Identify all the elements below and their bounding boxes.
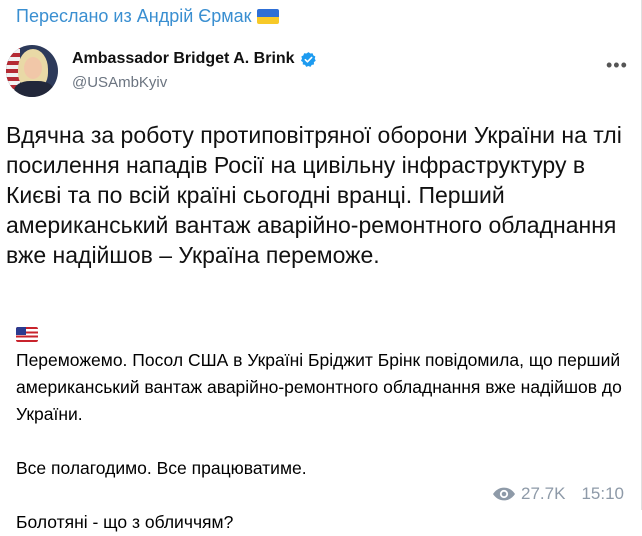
verified-badge-icon [300,51,316,67]
forwarded-header[interactable]: Переслано из Андрій Єрмак [16,6,280,27]
ukraine-flag-icon [43,327,65,342]
usa-flag-icon [16,326,38,342]
message-meta: 27.7K 15:10 [493,484,624,504]
message-line-2: Все полагодимо. Все працюватиме. [16,458,307,478]
author-name-text: Ambassador Bridget A. Brink [72,50,295,67]
message-paragraph-1 [16,320,626,347]
more-dots-icon: ••• [606,55,628,75]
ukraine-flag-icon [257,9,280,24]
author-handle: @USAmbKyiv [72,74,168,91]
author-avatar [6,45,58,97]
eye-icon [493,487,516,501]
author-name: Ambassador Bridget A. Brink [72,50,317,68]
forwarded-label[interactable]: Переслано из Андрій Єрмак [16,6,251,27]
views-count: 27.7K [521,484,566,503]
message-line-3: Болотяні - що з обличчям? [16,512,234,532]
message-time: 15:10 [581,484,624,503]
tweet-text: Вдячна за роботу протиповітряної оборони… [6,122,622,268]
message-line-1: Переможемо. Посол США в Україні Бріджит … [16,350,622,424]
